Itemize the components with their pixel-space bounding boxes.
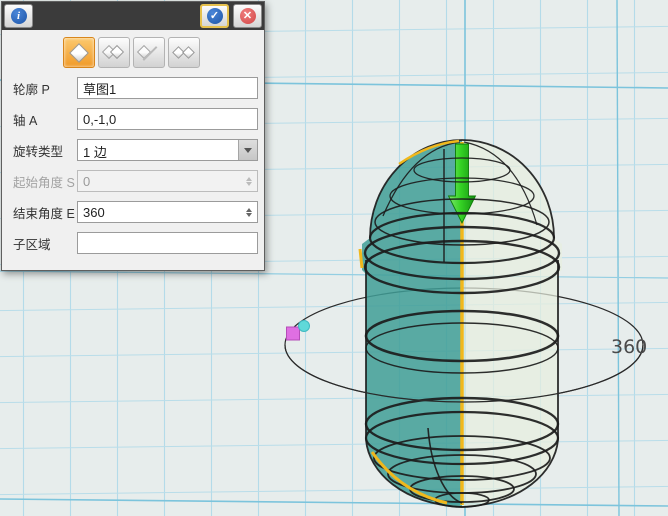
mode-subtract-button[interactable] — [133, 37, 165, 68]
dialog-titlebar: i ✓ ✕ — [2, 2, 264, 30]
field-row-start-angle: 起始角度 S — [13, 170, 258, 192]
dialog-fields: 轮廓 P 轴 A 旋转类型 1 边 — [2, 77, 264, 254]
field-row-axis: 轴 A — [13, 108, 258, 130]
revolve-dialog: i ✓ ✕ — [1, 1, 265, 271]
close-icon: ✕ — [240, 8, 256, 24]
angle-value-label: 360 — [611, 336, 647, 358]
check-icon: ✓ — [207, 8, 223, 24]
rotate-type-label: 旋转类型 — [13, 141, 77, 160]
app-window: 360 i ✓ ✕ — [0, 0, 668, 516]
cancel-button[interactable]: ✕ — [233, 4, 262, 28]
field-row-end-angle: 结束角度 E — [13, 201, 258, 223]
field-row-rotate-type: 旋转类型 1 边 — [13, 139, 258, 161]
boolean-mode-toolbar — [63, 37, 264, 68]
axis-input[interactable] — [77, 108, 258, 130]
mode-intersect-button[interactable] — [168, 37, 200, 68]
info-button[interactable]: i — [4, 4, 33, 28]
handle-square-icon[interactable] — [287, 327, 300, 340]
info-icon: i — [11, 8, 27, 24]
end-angle-label: 结束角度 E — [13, 203, 77, 222]
diamond-base-icon — [69, 43, 89, 63]
handle-ball-icon[interactable] — [299, 321, 310, 332]
start-angle-spinner — [241, 171, 257, 191]
subregion-label: 子区域 — [13, 234, 77, 253]
axis-label: 轴 A — [13, 110, 77, 129]
mode-base-button[interactable] — [63, 37, 95, 68]
subregion-input[interactable] — [77, 232, 258, 254]
confirm-button[interactable]: ✓ — [200, 4, 229, 28]
rotate-type-select[interactable]: 1 边 — [77, 139, 258, 161]
field-row-profile: 轮廓 P — [13, 77, 258, 99]
profile-input[interactable] — [77, 77, 258, 99]
chevron-down-icon[interactable] — [238, 140, 257, 160]
rotate-type-value: 1 边 — [78, 140, 238, 160]
field-row-subregion: 子区域 — [13, 232, 258, 254]
start-angle-label: 起始角度 S — [13, 172, 77, 191]
end-angle-spinner[interactable] — [241, 202, 257, 222]
start-angle-input — [77, 170, 258, 192]
end-angle-input[interactable] — [77, 201, 258, 223]
mode-add-button[interactable] — [98, 37, 130, 68]
profile-label: 轮廓 P — [13, 79, 77, 98]
